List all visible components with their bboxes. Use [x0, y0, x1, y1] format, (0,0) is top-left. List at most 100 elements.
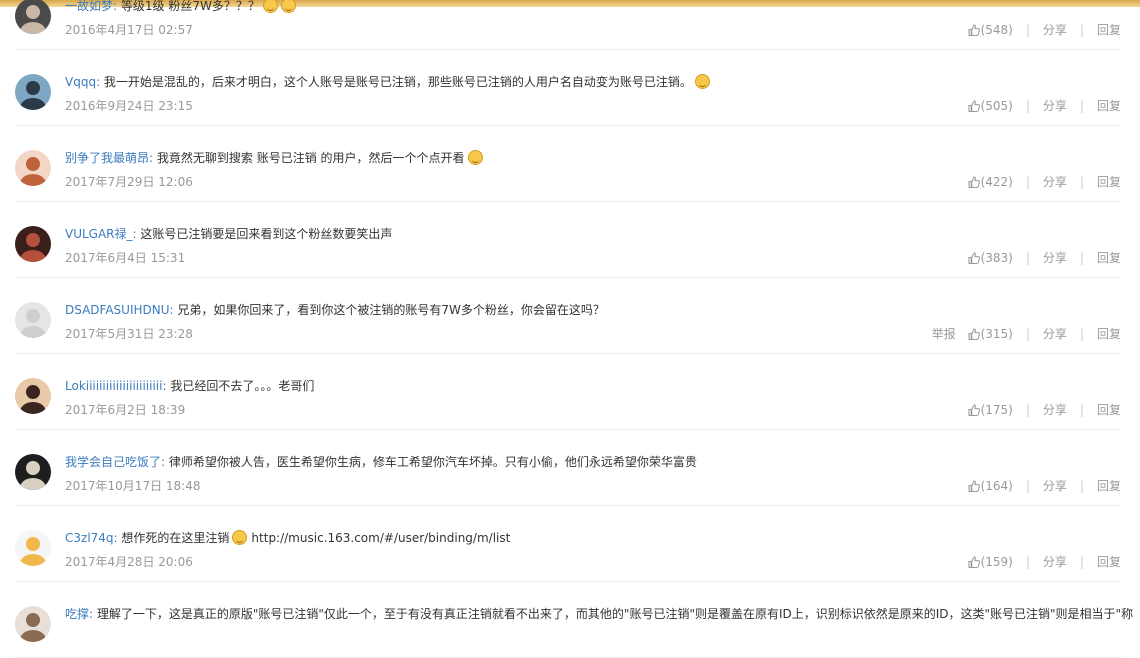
share-button[interactable]: 分享: [1043, 250, 1067, 266]
action-divider: |: [1025, 403, 1030, 417]
like-button[interactable]: (159): [968, 554, 1013, 570]
thumbs-up-icon: [968, 404, 981, 416]
user-avatar[interactable]: [15, 74, 51, 110]
action-divider: |: [1025, 23, 1030, 37]
username-colon: :: [96, 75, 104, 89]
reply-button[interactable]: 回复: [1097, 326, 1121, 342]
report-button[interactable]: 举报: [932, 326, 956, 342]
comment-actions: (383) | 分享 | 回复: [968, 250, 1121, 266]
like-button[interactable]: (175): [968, 402, 1013, 418]
comment-text: 我已经回不去了。。。老哥们: [170, 379, 315, 393]
reply-button[interactable]: 回复: [1097, 250, 1121, 266]
action-divider: |: [1025, 251, 1030, 265]
comment-username[interactable]: VULGAR禄_: [65, 227, 133, 241]
comment-link-text[interactable]: http://music.163.com/#/user/binding/m/li…: [251, 531, 510, 545]
comment-item: 一故如梦: 等级1级 粉丝7W多？？？ 2016年4月17日 02:57 (548)…: [15, 0, 1121, 50]
reply-button[interactable]: 回复: [1097, 402, 1121, 418]
user-avatar[interactable]: [15, 150, 51, 186]
user-avatar[interactable]: [15, 0, 51, 34]
comment-text: 理解了一下，这是真正的原版"账号已注销"仅此一个，至于有没有真正注销就看不出来了…: [96, 607, 1134, 621]
comment-username[interactable]: C3zl74q: [65, 531, 114, 545]
action-divider: |: [1079, 327, 1084, 341]
comment-item: 别争了我最萌昂: 我竟然无聊到搜索 账号已注销 的用户，然后一个个点开看 2017…: [15, 126, 1121, 202]
thumbs-up-icon: [968, 480, 981, 492]
comment-actions: 举报 (315) | 分享 | 回复: [932, 326, 1121, 342]
reply-button[interactable]: 回复: [1097, 174, 1121, 190]
comment-list: 一故如梦: 等级1级 粉丝7W多？？？ 2016年4月17日 02:57 (548)…: [0, 0, 1140, 658]
like-button[interactable]: (315): [968, 326, 1013, 342]
share-button[interactable]: 分享: [1043, 174, 1067, 190]
username-colon: :: [113, 0, 121, 13]
like-button[interactable]: (164): [968, 478, 1013, 494]
comment-item: Lokiiiiiiiiiiiiiiiiiiiiiii: 我已经回不去了。。。老哥…: [15, 354, 1121, 430]
reply-button[interactable]: 回复: [1097, 98, 1121, 114]
user-avatar[interactable]: [15, 226, 51, 262]
user-avatar[interactable]: [15, 302, 51, 338]
comment-actions: (159) | 分享 | 回复: [968, 554, 1121, 570]
comment-item: VULGAR禄_: 这账号已注销要是回来看到这个粉丝数要笑出声 2017年6月4日…: [15, 202, 1121, 278]
user-avatar[interactable]: [15, 606, 51, 642]
share-button[interactable]: 分享: [1043, 326, 1067, 342]
comment-username[interactable]: DSADFASUIHDNU: [65, 303, 170, 317]
username-colon: :: [89, 607, 97, 621]
action-divider: |: [1025, 327, 1030, 341]
comment-item: Vqqq: 我一开始是混乱的，后来才明白，这个人账号是账号已注销，那些账号已注销…: [15, 50, 1121, 126]
like-count: (175): [980, 403, 1013, 417]
thumbs-up-icon: [968, 252, 981, 264]
like-button[interactable]: (383): [968, 250, 1013, 266]
comment-username[interactable]: 一故如梦: [65, 0, 113, 13]
action-divider: |: [1079, 555, 1084, 569]
user-avatar[interactable]: [15, 378, 51, 414]
comment-content: 我学会自己吃饭了: 律师希望你被人告，医生希望你生病，修车工希望你汽车坏掉。只有…: [65, 454, 697, 470]
action-divider: |: [1079, 99, 1084, 113]
share-button[interactable]: 分享: [1043, 22, 1067, 38]
emoji-icon: [232, 530, 248, 545]
comment-text: 这账号已注销要是回来看到这个粉丝数要笑出声: [140, 227, 393, 241]
share-button[interactable]: 分享: [1043, 402, 1067, 418]
user-avatar[interactable]: [15, 530, 51, 566]
comment-actions: (164) | 分享 | 回复: [968, 478, 1121, 494]
action-divider: |: [1025, 99, 1030, 113]
comment-username[interactable]: Lokiiiiiiiiiiiiiiiiiiiiiii: [65, 379, 162, 393]
share-button[interactable]: 分享: [1043, 554, 1067, 570]
like-count: (422): [980, 175, 1013, 189]
like-count: (383): [980, 251, 1013, 265]
action-divider: |: [1025, 479, 1030, 493]
comment-content: DSADFASUIHDNU: 兄弟，如果你回来了，看到你这个被注销的账号有7W多…: [65, 302, 605, 318]
reply-button[interactable]: 回复: [1097, 554, 1121, 570]
comment-content: VULGAR禄_: 这账号已注销要是回来看到这个粉丝数要笑出声: [65, 226, 392, 242]
like-button[interactable]: (505): [968, 98, 1013, 114]
comment-content: 别争了我最萌昂: 我竟然无聊到搜索 账号已注销 的用户，然后一个个点开看: [65, 150, 483, 166]
thumbs-up-icon: [968, 328, 981, 340]
comment-username[interactable]: 我学会自己吃饭了: [65, 455, 161, 469]
comment-content: 一故如梦: 等级1级 粉丝7W多？？？: [65, 0, 296, 14]
comment-text: 想作死的在这里注销: [121, 531, 230, 545]
comment-text: 律师希望你被人告，医生希望你生病，修车工希望你汽车坏掉。只有小偷，他们永远希望你…: [168, 455, 697, 469]
comment-content: Vqqq: 我一开始是混乱的，后来才明白，这个人账号是账号已注销，那些账号已注销…: [65, 74, 710, 90]
reply-button[interactable]: 回复: [1097, 22, 1121, 38]
comment-username[interactable]: Vqqq: [65, 75, 96, 89]
comment-username[interactable]: 别争了我最萌昂: [65, 151, 149, 165]
like-button[interactable]: (422): [968, 174, 1013, 190]
comment-item: DSADFASUIHDNU: 兄弟，如果你回来了，看到你这个被注销的账号有7W多…: [15, 278, 1121, 354]
comment-username[interactable]: 吃撑: [65, 607, 89, 621]
share-button[interactable]: 分享: [1043, 478, 1067, 494]
like-count: (159): [980, 555, 1013, 569]
like-count: (315): [980, 327, 1013, 341]
like-count: (505): [980, 99, 1013, 113]
action-divider: |: [1079, 175, 1084, 189]
like-count: (548): [980, 23, 1013, 37]
share-button[interactable]: 分享: [1043, 98, 1067, 114]
comment-content: C3zl74q: 想作死的在这里注销 http://music.163.com/#…: [65, 530, 510, 546]
reply-button[interactable]: 回复: [1097, 478, 1121, 494]
comment-text: 我一开始是混乱的，后来才明白，这个人账号是账号已注销，那些账号已注销的人用户名自…: [103, 75, 692, 89]
comment-item: 我学会自己吃饭了: 律师希望你被人告，医生希望你生病，修车工希望你汽车坏掉。只有…: [15, 430, 1121, 506]
comment-item: C3zl74q: 想作死的在这里注销 http://music.163.com/#…: [15, 506, 1121, 582]
comment-actions: (505) | 分享 | 回复: [968, 98, 1121, 114]
action-divider: |: [1079, 23, 1084, 37]
comment-date: 2017年6月4日 15:31: [65, 251, 186, 265]
user-avatar[interactable]: [15, 454, 51, 490]
thumbs-up-icon: [968, 176, 981, 188]
username-colon: :: [149, 151, 157, 165]
like-button[interactable]: (548): [968, 22, 1013, 38]
